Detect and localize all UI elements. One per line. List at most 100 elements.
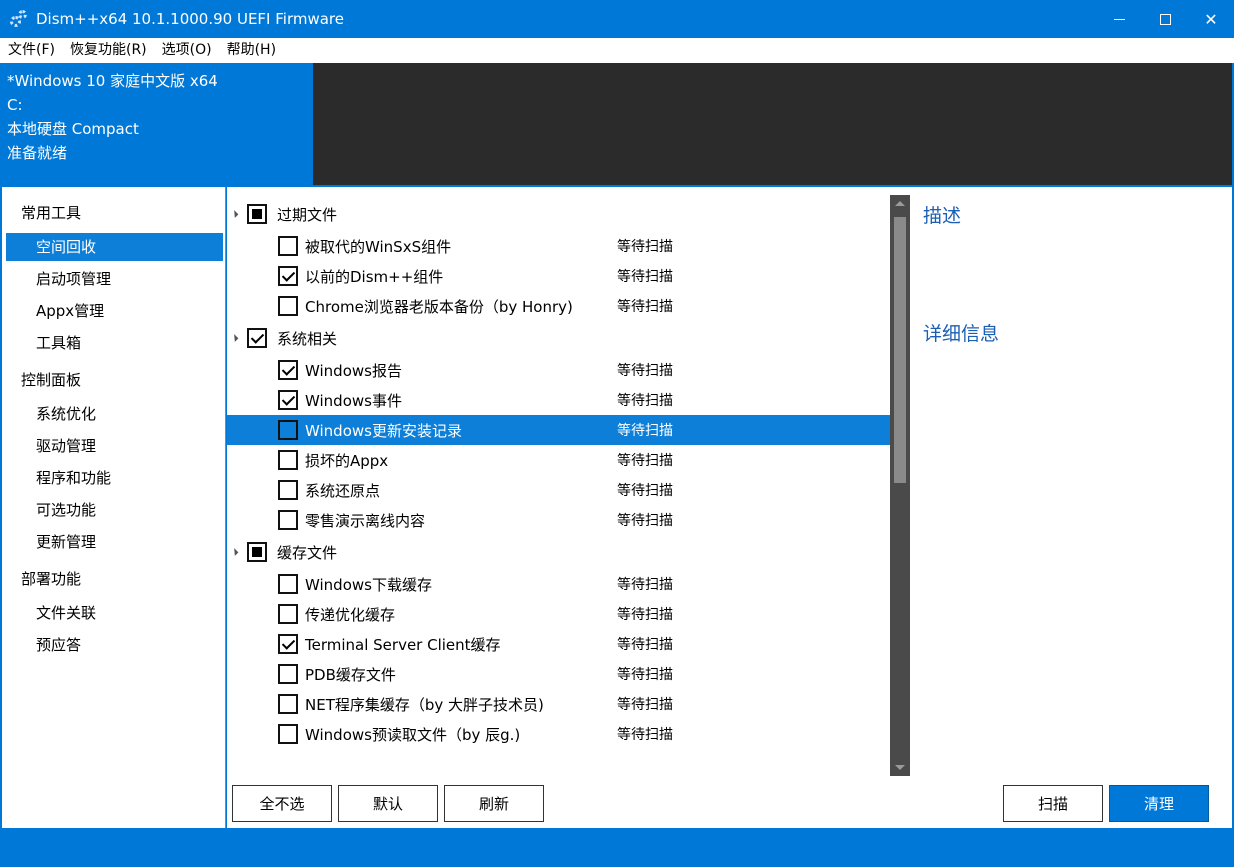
item-status: 等待扫描 (617, 483, 673, 499)
list-item[interactable]: Windows报告 等待扫描 (227, 355, 890, 385)
item-checkbox[interactable] (278, 450, 298, 470)
list-item[interactable]: 传递优化缓存 等待扫描 (227, 599, 890, 629)
sidebar-group-deploy: 部署功能 (21, 570, 82, 588)
category-checkbox[interactable] (247, 542, 267, 562)
menu-help[interactable]: 帮助(H) (219, 38, 283, 63)
scan-button[interactable]: 扫描 (1003, 785, 1103, 822)
sidebar-item-file-assoc[interactable]: 文件关联 (2, 599, 225, 631)
list-item[interactable]: Chrome浏览器老版本备份（by Honry) 等待扫描 (227, 291, 890, 321)
item-status: 等待扫描 (617, 363, 673, 379)
list-item[interactable]: 零售演示离线内容 等待扫描 (227, 505, 890, 535)
item-checkbox[interactable] (278, 664, 298, 684)
sidebar-item-space-cleanup[interactable]: 空间回收 (6, 233, 223, 261)
list-item[interactable]: Terminal Server Client缓存 等待扫描 (227, 629, 890, 659)
item-status: 等待扫描 (617, 393, 673, 409)
default-button[interactable]: 默认 (338, 785, 438, 822)
scroll-up-icon[interactable] (895, 201, 905, 206)
category-row[interactable]: 缓存文件 (227, 535, 890, 569)
collapse-arrow-icon[interactable] (230, 548, 239, 556)
item-checkbox[interactable] (278, 360, 298, 380)
item-status: 等待扫描 (617, 727, 673, 743)
list-item[interactable]: PDB缓存文件 等待扫描 (227, 659, 890, 689)
item-status: 等待扫描 (617, 239, 673, 255)
category-row[interactable]: 过期文件 (227, 197, 890, 231)
item-checkbox[interactable] (278, 266, 298, 286)
image-info-panel[interactable]: *Windows 10 家庭中文版 x64 C: 本地硬盘 Compact 准备… (0, 63, 313, 185)
refresh-button[interactable]: 刷新 (444, 785, 544, 822)
item-checkbox[interactable] (278, 296, 298, 316)
list-item[interactable]: 被取代的WinSxS组件 等待扫描 (227, 231, 890, 261)
window-controls: ✕ (1096, 0, 1234, 38)
scroll-thumb[interactable] (894, 217, 906, 483)
menu-options[interactable]: 选项(O) (154, 38, 219, 63)
close-button[interactable]: ✕ (1188, 0, 1234, 38)
collapse-arrow-icon[interactable] (230, 210, 239, 218)
menu-restore[interactable]: 恢复功能(R) (62, 38, 154, 63)
category-row[interactable]: 系统相关 (227, 321, 890, 355)
category-label: 缓存文件 (277, 543, 338, 562)
item-checkbox[interactable] (278, 480, 298, 500)
list-item[interactable]: NET程序集缓存（by 大胖子技术员) 等待扫描 (227, 689, 890, 719)
menu-bar: 文件(F) 恢复功能(R) 选项(O) 帮助(H) (0, 38, 1234, 63)
sidebar-item-optional-features[interactable]: 可选功能 (2, 496, 225, 528)
list-item[interactable]: 损坏的Appx 等待扫描 (227, 445, 890, 475)
list-item[interactable]: Windows预读取文件（by 辰g.) 等待扫描 (227, 719, 890, 749)
sidebar-item-startup[interactable]: 启动项管理 (2, 265, 225, 297)
item-label: Chrome浏览器老版本备份（by Honry) (305, 297, 573, 316)
select-none-button[interactable]: 全不选 (232, 785, 332, 822)
list-item[interactable]: 以前的Dism++组件 等待扫描 (227, 261, 890, 291)
minimize-icon (1113, 18, 1125, 20)
maximize-button[interactable] (1142, 0, 1188, 38)
main-panel: 过期文件 被取代的WinSxS组件 等待扫描 以前的Dism++组件 等待扫描 … (227, 187, 1232, 828)
cleanup-tree: 过期文件 被取代的WinSxS组件 等待扫描 以前的Dism++组件 等待扫描 … (227, 197, 890, 777)
item-label: Windows预读取文件（by 辰g.) (305, 725, 521, 744)
item-label: PDB缓存文件 (305, 665, 396, 684)
sidebar-item-appx[interactable]: Appx管理 (2, 297, 225, 329)
item-status: 等待扫描 (617, 637, 673, 653)
item-checkbox[interactable] (278, 390, 298, 410)
window-title: Dism++x64 10.1.1000.90 UEFI Firmware (36, 10, 344, 28)
item-checkbox[interactable] (278, 634, 298, 654)
list-item[interactable]: Windows事件 等待扫描 (227, 385, 890, 415)
category-checkbox[interactable] (247, 328, 267, 348)
list-item-selected[interactable]: Windows更新安装记录 等待扫描 (227, 415, 890, 445)
sidebar-item-updates[interactable]: 更新管理 (2, 528, 225, 560)
description-heading: 描述 (923, 205, 962, 227)
item-status: 等待扫描 (617, 423, 673, 439)
sidebar-item-unattend[interactable]: 预应答 (2, 631, 225, 663)
scroll-down-icon[interactable] (895, 765, 905, 770)
item-label: Windows报告 (305, 361, 402, 380)
drive-letter: C: (7, 96, 23, 114)
sidebar-item-system-optimize[interactable]: 系统优化 (2, 400, 225, 432)
sidebar-item-toolbox[interactable]: 工具箱 (2, 329, 225, 361)
item-status: 等待扫描 (617, 577, 673, 593)
sidebar-item-programs[interactable]: 程序和功能 (2, 464, 225, 496)
item-label: 以前的Dism++组件 (305, 267, 444, 286)
minimize-button[interactable] (1096, 0, 1142, 38)
sidebar-item-drivers[interactable]: 驱动管理 (2, 432, 225, 464)
item-label: 被取代的WinSxS组件 (305, 237, 452, 256)
item-checkbox[interactable] (278, 420, 298, 440)
item-checkbox[interactable] (278, 694, 298, 714)
list-item[interactable]: 系统还原点 等待扫描 (227, 475, 890, 505)
vertical-scrollbar[interactable] (890, 195, 910, 776)
list-item[interactable]: Windows下载缓存 等待扫描 (227, 569, 890, 599)
item-checkbox[interactable] (278, 574, 298, 594)
item-checkbox[interactable] (278, 724, 298, 744)
category-label: 系统相关 (277, 329, 338, 348)
item-checkbox[interactable] (278, 604, 298, 624)
category-checkbox[interactable] (247, 204, 267, 224)
sidebar-group-common-tools: 常用工具 (21, 204, 82, 222)
collapse-arrow-icon[interactable] (230, 334, 239, 342)
item-label: NET程序集缓存（by 大胖子技术员) (305, 695, 544, 714)
gears-icon (8, 8, 30, 30)
item-status: 等待扫描 (617, 299, 673, 315)
item-checkbox[interactable] (278, 510, 298, 530)
menu-file[interactable]: 文件(F) (0, 38, 62, 63)
details-heading: 详细信息 (923, 323, 1000, 345)
item-status: 等待扫描 (617, 607, 673, 623)
os-name: *Windows 10 家庭中文版 x64 (7, 72, 218, 90)
item-checkbox[interactable] (278, 236, 298, 256)
title-bar: Dism++x64 10.1.1000.90 UEFI Firmware ✕ (0, 0, 1234, 38)
clean-button[interactable]: 清理 (1109, 785, 1209, 822)
